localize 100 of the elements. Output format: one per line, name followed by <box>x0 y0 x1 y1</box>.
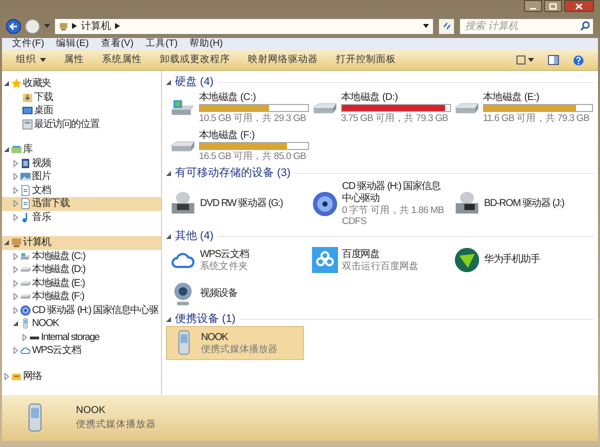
group-header[interactable]: 硬盘 (4) <box>175 74 214 90</box>
tree-item[interactable]: CD 驱动器 (H:) 国家信息中心驱 <box>2 304 161 317</box>
library-icon <box>11 144 22 156</box>
maximize-icon <box>549 2 557 10</box>
search-field[interactable]: 搜索 计算机 <box>459 18 594 34</box>
tree-item[interactable]: 计算机 <box>2 236 161 250</box>
drive-space: 16.5 GB 可用，共 85.0 GB <box>199 151 307 162</box>
device-item[interactable]: WPS云文档 系统文件夹 <box>166 243 304 277</box>
group-header[interactable]: 便携设备 (1) <box>175 310 236 328</box>
drive-name: 本地磁盘 (C:) <box>199 92 257 103</box>
disc-icon <box>20 304 31 316</box>
drive-name: 本地磁盘 (D:) <box>341 92 399 103</box>
app-logo-icon <box>454 247 480 273</box>
device-item[interactable]: 视频设备 <box>166 277 304 311</box>
picture-icon <box>20 171 31 182</box>
menu-item[interactable]: 帮助(H) <box>190 36 223 52</box>
tree-item[interactable]: 最近访问的位置 <box>2 118 161 131</box>
collapse-arrow-icon[interactable] <box>12 320 19 328</box>
drive-space: 3.75 GB 可用，共 79.3 GB <box>341 113 449 124</box>
device-item[interactable]: NOOK 便携式媒体播放器 <box>166 326 304 360</box>
breadcrumb-arrow-icon[interactable] <box>72 23 77 29</box>
group-header[interactable]: 其他 (4) <box>175 228 214 244</box>
back-arrow-icon <box>9 22 18 30</box>
collapse-arrow-icon[interactable] <box>3 80 10 88</box>
tree-item[interactable]: 视频 <box>2 156 161 170</box>
search-icon <box>580 21 590 31</box>
caret-icon <box>40 58 46 62</box>
minimize-button[interactable] <box>524 0 542 12</box>
device-detail: 双击运行百度网盘 <box>342 260 419 272</box>
tree-item[interactable]: 网络 <box>2 370 161 383</box>
tree-item[interactable]: 桌面 <box>2 104 161 118</box>
menu-item[interactable]: 查看(V) <box>100 36 134 52</box>
collapse-arrow-icon[interactable] <box>166 170 171 176</box>
collapse-arrow-icon[interactable] <box>3 146 10 154</box>
preview-pane-icon[interactable] <box>548 55 559 65</box>
device-detail: CDFS <box>342 216 368 227</box>
breadcrumb[interactable]: 计算机 <box>81 18 111 34</box>
toolbar-button[interactable]: 打开控制面板 <box>336 52 396 68</box>
drive-name: 本地磁盘 (F:) <box>199 130 256 141</box>
collapse-arrow-icon[interactable] <box>166 316 171 322</box>
menu-item[interactable]: 文件(F) <box>12 36 44 52</box>
drive-name: 本地磁盘 (E:) <box>483 92 540 103</box>
device-item[interactable]: BD-ROM 驱动器 (J:) <box>450 180 590 228</box>
system-drive-icon <box>20 250 31 262</box>
tree-item[interactable]: 库 <box>2 143 161 156</box>
toolbar-button[interactable]: 映射网络驱动器 <box>248 52 318 68</box>
collapse-arrow-icon[interactable] <box>166 234 171 238</box>
recent-places-icon <box>22 118 33 130</box>
close-icon <box>575 2 583 10</box>
device-item[interactable]: 百度网盘 双击运行百度网盘 <box>308 243 446 277</box>
collapse-arrow-icon[interactable] <box>166 80 171 84</box>
device-item[interactable]: DVD RW 驱动器 (G:) <box>166 180 304 228</box>
tree-item[interactable]: 文档 <box>2 184 161 197</box>
view-options-icon[interactable] <box>516 55 534 65</box>
collapse-arrow-icon[interactable] <box>3 239 10 246</box>
refresh-button[interactable] <box>438 18 455 34</box>
tree-item[interactable]: Internal storage <box>2 330 161 344</box>
cloud-icon <box>20 345 31 356</box>
disc-icon <box>312 191 338 217</box>
tree-item[interactable]: 收藏夹 <box>2 77 161 90</box>
device-item[interactable]: CD 驱动器 (H:) 国家信息中心驱动 0 字节 可用，共 1.86 MB CDFS <box>308 180 446 228</box>
address-field[interactable]: 计算机 <box>54 18 434 34</box>
tree-item[interactable]: 下载 <box>2 90 161 104</box>
tree-item[interactable]: 本地磁盘 (F:) <box>2 290 161 304</box>
group-header[interactable]: 有可移动存储的设备 (3) <box>175 164 290 182</box>
tree-item[interactable]: 音乐 <box>2 210 161 224</box>
toolbar-button[interactable]: 属性 <box>64 52 84 68</box>
toolbar-button[interactable]: 组织 <box>16 52 46 68</box>
tree-item[interactable]: 图片 <box>2 170 161 184</box>
device-name: WPS云文档 <box>200 248 249 260</box>
tree-item[interactable]: 本地磁盘 (D:) <box>2 263 161 276</box>
details-name: NOOK <box>76 404 106 418</box>
breadcrumb-arrow-icon[interactable] <box>115 23 120 29</box>
star-icon <box>11 78 22 90</box>
device-name: 华为手机助手 <box>484 254 540 266</box>
back-button[interactable] <box>6 18 21 34</box>
device-detail: 0 字节 可用，共 1.86 MB <box>342 205 445 216</box>
help-icon[interactable] <box>573 54 584 66</box>
maximize-button[interactable] <box>544 0 562 12</box>
device-item[interactable]: 华为手机助手 <box>450 243 590 277</box>
tree-item[interactable]: WPS云文档 <box>2 344 161 358</box>
toolbar-button[interactable]: 系统属性 <box>102 52 142 68</box>
tree-item[interactable]: 本地磁盘 (C:) <box>2 250 161 263</box>
expand-arrow-icon[interactable] <box>3 372 10 380</box>
menu-item[interactable]: 编辑(E) <box>56 36 89 52</box>
drive-space: 10.5 GB 可用，共 29.3 GB <box>199 113 307 124</box>
tree-item[interactable]: NOOK <box>2 317 161 330</box>
cloud-rings-icon <box>312 247 338 273</box>
desktop-icon <box>22 105 33 116</box>
close-button[interactable] <box>564 0 594 12</box>
tree-item[interactable]: 迅雷下载 <box>2 197 161 210</box>
menu-item[interactable]: 工具(T) <box>145 36 178 52</box>
document-icon <box>20 198 31 210</box>
computer-icon <box>59 22 68 30</box>
handheld-device-icon <box>20 318 31 330</box>
toolbar-button[interactable]: 卸载或更改程序 <box>160 52 230 68</box>
history-dropdown-icon[interactable] <box>44 24 50 28</box>
computer-icon <box>11 237 22 248</box>
tree-item[interactable]: 本地磁盘 (E:) <box>2 276 161 290</box>
dropdown-icon[interactable] <box>423 24 429 28</box>
